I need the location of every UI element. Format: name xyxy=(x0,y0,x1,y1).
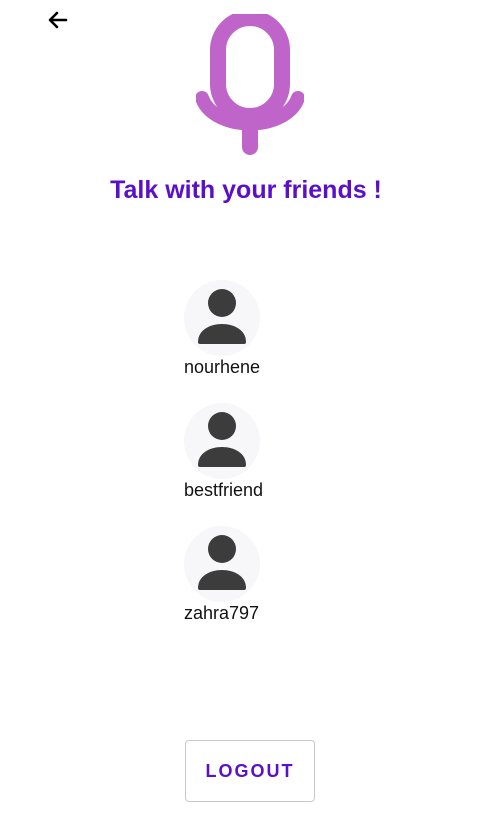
friend-name: nourhene xyxy=(184,357,261,377)
back-button[interactable] xyxy=(44,6,72,34)
friends-list: nourhene bestfriend zahra797 xyxy=(184,280,344,649)
friend-item-nourhene[interactable]: nourhene xyxy=(184,280,284,403)
logout-button[interactable]: LOGOUT xyxy=(185,740,315,802)
friend-item-zahra797[interactable]: zahra797 xyxy=(184,526,284,649)
friend-item-bestfriend[interactable]: bestfriend xyxy=(184,403,284,526)
arrow-left-icon xyxy=(48,11,68,29)
microphone-icon xyxy=(196,14,304,155)
user-avatar-icon xyxy=(184,403,260,479)
friend-name: bestfriend xyxy=(184,480,264,500)
user-avatar-icon xyxy=(184,280,260,356)
user-avatar-icon xyxy=(184,526,260,602)
friend-name: zahra797 xyxy=(184,603,260,623)
page-title: Talk with your friends ! xyxy=(110,176,382,204)
